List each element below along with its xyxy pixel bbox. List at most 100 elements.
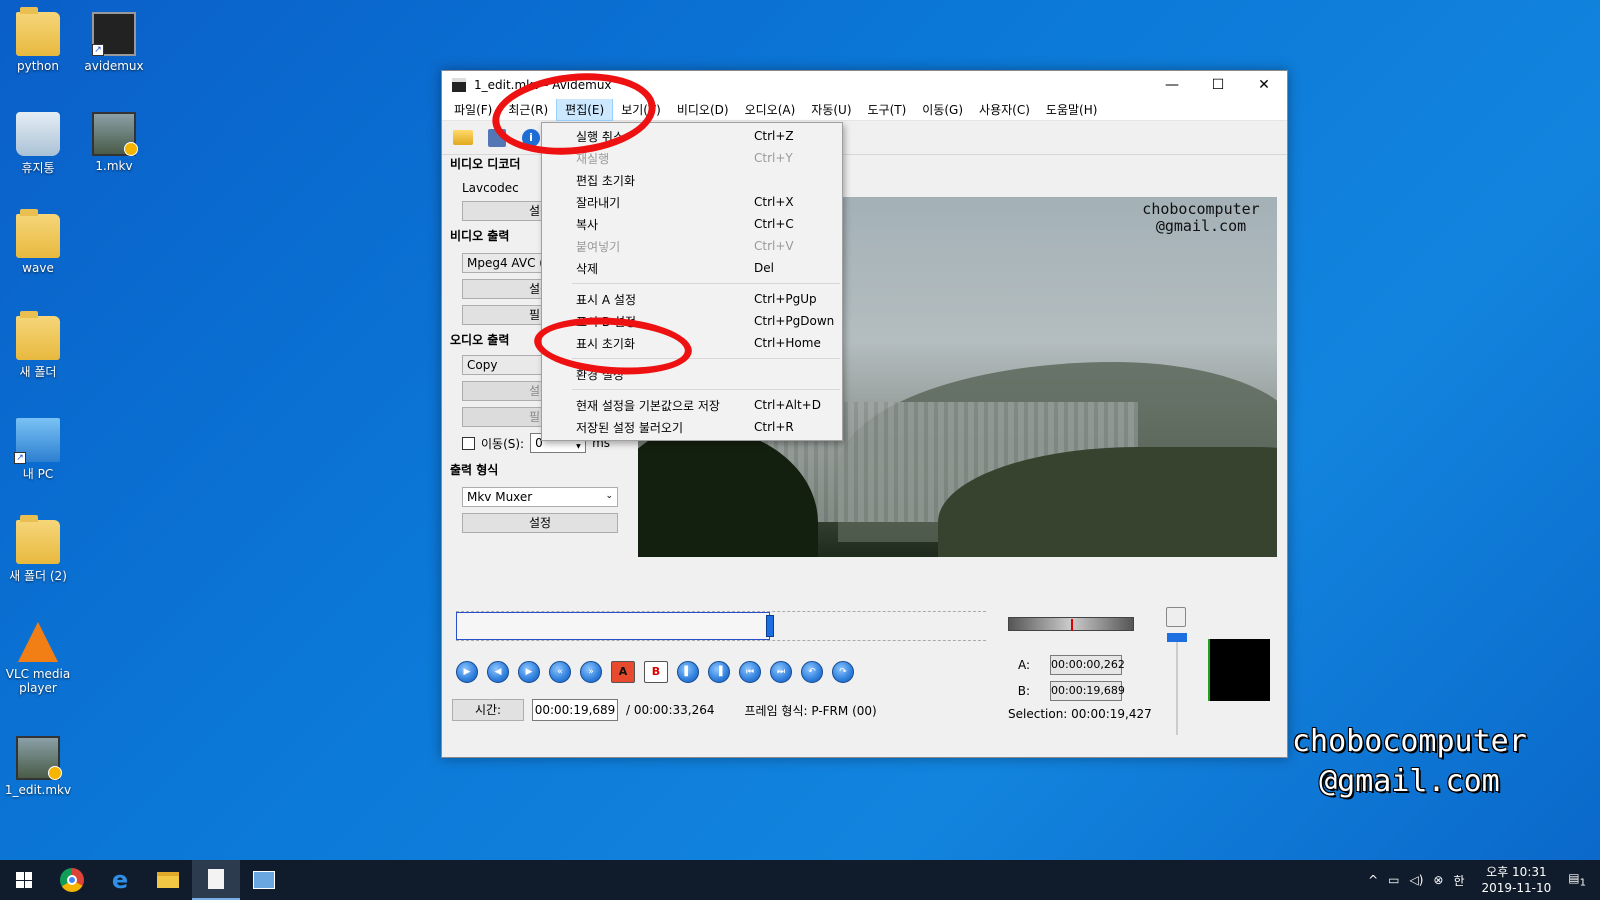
muxer-settings-button[interactable]: 설정 xyxy=(462,513,618,533)
volume-meter[interactable] xyxy=(1008,617,1134,631)
menu-item-load-settings[interactable]: 저장된 설정 불러오기 Ctrl+R xyxy=(542,416,842,438)
menu-item-delete[interactable]: 삭제 Del xyxy=(542,257,842,279)
start-button[interactable] xyxy=(0,860,48,900)
menu-item-label: 붙여넣기 xyxy=(576,239,621,254)
muxer-select[interactable]: Mkv Muxer ⌄ xyxy=(462,487,618,507)
avidemux-taskbar-icon xyxy=(253,871,275,889)
next-black-frame-button[interactable]: ▐ xyxy=(708,661,730,683)
timeline-thumb[interactable] xyxy=(766,615,774,637)
play-button[interactable]: ▶ xyxy=(456,661,478,683)
desktop-icon-avidemux[interactable]: ↗ avidemux xyxy=(76,12,152,73)
menu-help[interactable]: 도움말(H) xyxy=(1038,99,1106,120)
previous-frame-button[interactable]: ◀ xyxy=(487,661,509,683)
marker-b-row: B: 00:00:19,689 xyxy=(1008,681,1125,701)
taskbar-avidemux[interactable] xyxy=(240,860,288,900)
taskbar-file-explorer[interactable] xyxy=(144,860,192,900)
menu-item-label: 편집 초기화 xyxy=(576,173,636,188)
speaker-icon[interactable] xyxy=(1166,607,1186,627)
taskbar-chrome[interactable] xyxy=(48,860,96,900)
menu-item-reset-edit[interactable]: 편집 초기화 xyxy=(542,169,842,191)
shortcut-arrow-icon: ↗ xyxy=(92,44,104,56)
maximize-button[interactable]: ☐ xyxy=(1195,71,1241,99)
back-60s-button[interactable]: ↶ xyxy=(801,661,823,683)
notepad-icon xyxy=(208,869,224,889)
previous-keyframe-button[interactable]: « xyxy=(549,661,571,683)
go-to-end-button[interactable]: ⏭ xyxy=(770,661,792,683)
frame-type: 프레임 형식: P-FRM (00) xyxy=(744,703,877,718)
clock[interactable]: 오후 10:31 2019-11-10 xyxy=(1470,864,1564,896)
current-time-field[interactable]: 00:00:19,689 xyxy=(532,699,618,721)
set-marker-a-button[interactable]: A xyxy=(611,661,635,683)
next-keyframe-button[interactable]: » xyxy=(580,661,602,683)
network-icon[interactable]: ▭ xyxy=(1383,873,1404,887)
menu-item-set-marker-a[interactable]: 표시 A 설정 Ctrl+PgUp xyxy=(542,288,842,310)
desktop-icon-python[interactable]: python xyxy=(0,7,76,73)
minimize-button[interactable]: — xyxy=(1149,71,1195,99)
volume-slider-handle[interactable] xyxy=(1167,633,1187,642)
video-file-icon xyxy=(92,112,138,156)
desktop-icon-1-edit-mkv[interactable]: 1_edit.mkv xyxy=(0,736,76,797)
desktop-icon-this-pc[interactable]: ↗ 내 PC xyxy=(0,418,76,482)
menu-custom[interactable]: 사용자(C) xyxy=(971,99,1038,120)
previous-black-frame-button[interactable]: ▌ xyxy=(677,661,699,683)
edit-menu-dropdown: 실행 취소 Ctrl+Z 재실행 Ctrl+Y 편집 초기화 잘라내기 Ctrl+X … xyxy=(541,122,843,441)
menu-item-shortcut: Ctrl+PgUp xyxy=(754,292,817,306)
shortcut-arrow-icon: ↗ xyxy=(14,452,26,464)
timeline-slider[interactable] xyxy=(456,611,986,641)
menu-video[interactable]: 비디오(D) xyxy=(669,99,737,120)
marker-a-label: A: xyxy=(1017,658,1030,672)
forward-60s-button[interactable]: ↷ xyxy=(832,661,854,683)
video-watermark: chobocomputer @gmail.com xyxy=(1142,200,1260,235)
volume-slider-track xyxy=(1176,635,1178,735)
menu-item-label: 복사 xyxy=(576,217,599,232)
menu-item-copy[interactable]: 복사 Ctrl+C xyxy=(542,213,842,235)
desktop-icon-label: 새 폴더 (2) xyxy=(9,569,67,583)
set-marker-b-button[interactable]: B xyxy=(644,661,668,683)
total-time: / 00:00:33,264 xyxy=(626,703,715,717)
menu-item-shortcut: Ctrl+PgDown xyxy=(754,314,835,328)
timeline-selection xyxy=(456,612,770,640)
close-button[interactable]: ✕ xyxy=(1241,71,1287,99)
avidemux-app-icon: ↗ xyxy=(92,12,136,56)
desktop-icon-new-folder-2[interactable]: 새 폴더 (2) xyxy=(0,515,76,584)
open-button[interactable] xyxy=(450,127,476,149)
menu-audio[interactable]: 오디오(A) xyxy=(737,99,804,120)
menu-item-cut[interactable]: 잘라내기 Ctrl+X xyxy=(542,191,842,213)
output-format-title: 출력 형식 xyxy=(450,463,499,477)
menu-tools[interactable]: 도구(T) xyxy=(860,99,915,120)
avidemux-app-icon xyxy=(452,78,466,92)
desktop-icon-label: python xyxy=(17,59,59,73)
mute-status-icon[interactable]: ⊗ xyxy=(1428,873,1448,887)
show-hidden-icons-chevron-icon[interactable]: ^ xyxy=(1363,873,1383,887)
next-frame-button[interactable]: ▶ xyxy=(518,661,540,683)
marker-a-time[interactable]: 00:00:00,262 xyxy=(1050,655,1125,675)
watermark-line-1: chobocomputer xyxy=(1292,724,1527,759)
audio-shift-checkbox[interactable] xyxy=(462,436,475,450)
menu-go[interactable]: 이동(G) xyxy=(914,99,971,120)
video-codec-value: Mpeg4 AVC (x xyxy=(467,256,552,270)
volume-slider[interactable] xyxy=(1166,607,1188,737)
desktop-icon-label: 1.mkv xyxy=(95,159,133,173)
action-center-icon[interactable]: ▤1 xyxy=(1563,871,1600,888)
go-to-start-button[interactable]: ⏮ xyxy=(739,661,761,683)
desktop-icon-recycle-bin[interactable]: 휴지통 xyxy=(0,112,76,176)
menu-item-save-defaults[interactable]: 현재 설정을 기본값으로 저장 Ctrl+Alt+D xyxy=(542,394,842,416)
desktop-icon-wave[interactable]: wave xyxy=(0,209,76,275)
taskbar-edge[interactable]: e xyxy=(96,860,144,900)
time-label-button[interactable]: 시간: xyxy=(452,699,524,721)
menu-item-label: 현재 설정을 기본값으로 저장 xyxy=(576,398,720,413)
open-folder-icon xyxy=(453,130,473,145)
desktop-icon-new-folder[interactable]: 새 폴더 xyxy=(0,311,76,380)
menu-auto[interactable]: 자동(U) xyxy=(803,99,859,120)
taskbar-notepad[interactable] xyxy=(192,860,240,900)
desktop-icon-label: 내 PC xyxy=(22,467,54,481)
desktop-icon-vlc[interactable]: VLC media player xyxy=(0,622,76,695)
chrome-icon xyxy=(60,868,84,892)
desktop-icon-label: 1_edit.mkv xyxy=(4,783,72,797)
ime-indicator[interactable]: 한 xyxy=(1448,872,1469,889)
menu-item-paste[interactable]: 붙여넣기 Ctrl+V xyxy=(542,235,842,257)
marker-b-time[interactable]: 00:00:19,689 xyxy=(1050,681,1125,701)
volume-icon[interactable]: ◁) xyxy=(1405,873,1429,887)
watermark-line-2: @gmail.com xyxy=(1319,764,1500,799)
desktop-icon-1-mkv[interactable]: 1.mkv xyxy=(76,112,152,173)
